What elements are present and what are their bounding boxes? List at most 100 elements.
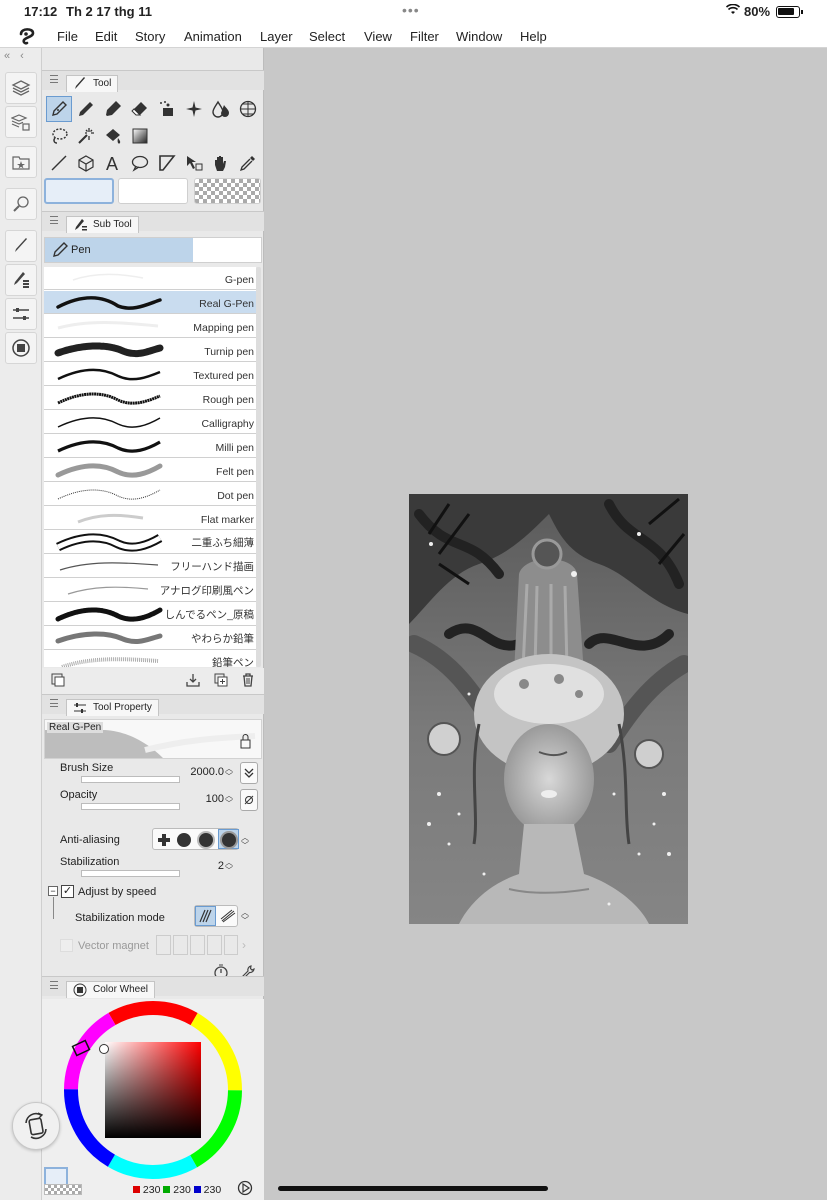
panel-grip-icon[interactable]: [50, 216, 58, 224]
brush-size-pressure-button[interactable]: [240, 762, 258, 784]
opacity-slider[interactable]: [81, 803, 180, 810]
brush-item-active[interactable]: Real G-Pen: [44, 291, 256, 314]
lasso-tool[interactable]: [46, 123, 72, 149]
layer-property-button[interactable]: [5, 106, 37, 138]
aa-none-icon[interactable]: [157, 833, 171, 847]
chevron-right-icon[interactable]: ›: [242, 938, 246, 952]
stabilization-mode-spinner-icon[interactable]: ︿ ﹀: [241, 909, 249, 925]
color-wheel-button[interactable]: [5, 332, 37, 364]
hand-tool[interactable]: [208, 150, 234, 176]
brush-size-value[interactable]: 2000.0: [184, 766, 224, 778]
balloon-tool[interactable]: [127, 150, 153, 176]
decoration-tool[interactable]: [154, 96, 180, 122]
duplicate-icon[interactable]: [213, 672, 229, 688]
main-color-swatch[interactable]: [44, 178, 114, 204]
brush-item[interactable]: Mapping pen: [44, 315, 256, 338]
clip-studio-logo-icon[interactable]: [16, 26, 38, 46]
menu-window[interactable]: Window: [456, 29, 502, 44]
stroke-mode-b-icon[interactable]: [220, 909, 236, 923]
menu-animation[interactable]: Animation: [184, 29, 242, 44]
subtool-group-pen[interactable]: Pen: [44, 237, 262, 263]
blend-tool[interactable]: [208, 96, 234, 122]
eyedropper-tool[interactable]: [235, 150, 261, 176]
grid-tool[interactable]: [235, 96, 261, 122]
menu-help[interactable]: Help: [520, 29, 547, 44]
subtool-panel-button[interactable]: [5, 264, 37, 296]
eraser-tool[interactable]: [127, 96, 153, 122]
text-tool[interactable]: A: [100, 150, 126, 176]
frame-border-tool[interactable]: [154, 150, 180, 176]
brush-item[interactable]: Felt pen: [44, 459, 256, 482]
multitasking-dots-icon[interactable]: •••: [402, 2, 420, 18]
brush-item[interactable]: しんでるペン_原稿: [44, 603, 256, 626]
menu-edit[interactable]: Edit: [95, 29, 117, 44]
subtool-settings-icon[interactable]: [50, 672, 66, 688]
stabilization-slider[interactable]: [81, 870, 180, 877]
brush-item[interactable]: 二重ふち細薄: [44, 531, 256, 554]
tool-property-button[interactable]: [5, 298, 37, 330]
brush-size-spinner-icon[interactable]: ︿ ﹀: [225, 765, 233, 781]
brush-item[interactable]: Turnip pen: [44, 339, 256, 362]
marker-tool[interactable]: [100, 96, 126, 122]
menu-layer[interactable]: Layer: [260, 29, 293, 44]
brush-item[interactable]: Rough pen: [44, 387, 256, 410]
tab-subtool[interactable]: Sub Tool: [66, 216, 139, 233]
brush-item[interactable]: Milli pen: [44, 435, 256, 458]
fill-tool[interactable]: [100, 123, 126, 149]
magic-wand-tool[interactable]: [73, 123, 99, 149]
home-indicator[interactable]: [278, 1186, 548, 1191]
stroke-mode-a-icon[interactable]: [198, 909, 214, 923]
color-wheel[interactable]: [62, 999, 244, 1181]
panel-grip-icon[interactable]: [50, 699, 58, 707]
opacity-effect-button[interactable]: [240, 789, 258, 811]
anti-aliasing-selector[interactable]: [152, 828, 239, 850]
stabilization-mode-selector[interactable]: [194, 905, 238, 927]
aa-medium-icon[interactable]: [199, 833, 213, 847]
tab-tool-property[interactable]: Tool Property: [66, 699, 159, 716]
brush-size-slider[interactable]: [81, 776, 180, 783]
figure-tool[interactable]: [46, 150, 72, 176]
tab-color-wheel[interactable]: Color Wheel: [66, 981, 156, 998]
menu-story[interactable]: Story: [135, 29, 165, 44]
sparkle-tool[interactable]: [181, 96, 207, 122]
brush-item[interactable]: Dot pen: [44, 483, 256, 506]
3d-tool[interactable]: [73, 150, 99, 176]
panel-grip-icon[interactable]: [50, 981, 58, 989]
collapse-arrows-icon[interactable]: «‹: [4, 50, 34, 62]
operation-tool[interactable]: [181, 150, 207, 176]
menu-file[interactable]: File: [57, 29, 78, 44]
vector-magnet-selector[interactable]: [156, 935, 238, 957]
gradient-tool[interactable]: [127, 123, 153, 149]
stabilization-spinner-icon[interactable]: ︿ ﹀: [225, 859, 233, 875]
transparent-color-swatch[interactable]: [194, 178, 261, 204]
pencil-tool[interactable]: [73, 96, 99, 122]
pen-tool[interactable]: [46, 96, 72, 122]
canvas-area[interactable]: [265, 48, 827, 1200]
canvas-artwork[interactable]: [409, 494, 688, 924]
brush-item[interactable]: Calligraphy: [44, 411, 256, 434]
brush-item[interactable]: G-pen: [44, 267, 256, 290]
quick-access-button[interactable]: [12, 1102, 60, 1150]
color-mode-icon[interactable]: [237, 1180, 253, 1196]
navigator-button[interactable]: [5, 188, 37, 220]
panel-grip-icon[interactable]: [50, 75, 58, 83]
brush-item[interactable]: アナログ印刷風ペン: [44, 579, 256, 602]
transparent-color-chip[interactable]: [44, 1184, 82, 1195]
menu-view[interactable]: View: [364, 29, 392, 44]
layer-panel-button[interactable]: [5, 72, 37, 104]
aa-strong-icon[interactable]: [222, 833, 236, 847]
menu-select[interactable]: Select: [309, 29, 345, 44]
opacity-spinner-icon[interactable]: ︿ ﹀: [225, 792, 233, 808]
adjust-by-speed-checkbox[interactable]: ✓: [61, 885, 74, 898]
import-icon[interactable]: [185, 672, 201, 688]
tab-tool[interactable]: Tool: [66, 75, 119, 92]
tool-panel-button[interactable]: [5, 230, 37, 262]
brush-item[interactable]: Textured pen: [44, 363, 256, 386]
collapse-minus-icon[interactable]: −: [48, 886, 58, 896]
vector-magnet-checkbox[interactable]: [60, 939, 73, 952]
brush-item[interactable]: 鉛筆ペン: [44, 651, 256, 667]
brush-item[interactable]: Flat marker: [44, 507, 256, 530]
opacity-value[interactable]: 100: [192, 793, 224, 805]
brush-item[interactable]: フリーハンド描画: [44, 555, 256, 578]
brush-item[interactable]: やわらか鉛筆: [44, 627, 256, 650]
